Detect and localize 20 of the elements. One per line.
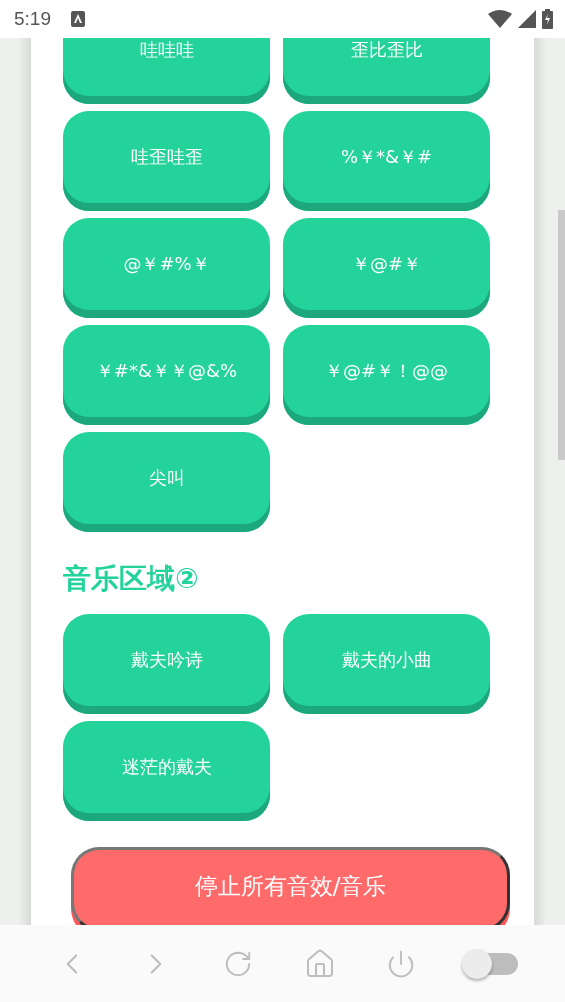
wifi-icon [488, 10, 512, 28]
sound-button[interactable]: 哇哇哇 [63, 38, 270, 104]
section-heading: 音乐区域② [63, 562, 200, 596]
sound-button[interactable]: ￥@#￥！@@ [283, 325, 490, 425]
battery-icon [542, 9, 553, 29]
sound-button[interactable]: %￥*&￥# [283, 111, 490, 211]
status-time: 5:19 [14, 8, 51, 30]
scrollbar[interactable] [558, 210, 565, 460]
sound-button[interactable]: ￥#*&￥￥@&% [63, 325, 270, 425]
sound-button[interactable]: 哇歪哇歪 [63, 111, 270, 211]
sound-button[interactable]: 尖叫 [63, 432, 270, 532]
sound-button[interactable]: 迷茫的戴夫 [63, 721, 270, 821]
sound-button[interactable]: 戴夫吟诗 [63, 614, 270, 714]
notification-icon [71, 11, 85, 27]
sound-button[interactable]: 戴夫的小曲 [283, 614, 490, 714]
signal-icon [518, 10, 536, 28]
sound-button[interactable]: 歪比歪比 [283, 38, 490, 104]
sound-button[interactable]: @￥#%￥ [63, 218, 270, 318]
stop-all-button[interactable]: 停止所有音效/音乐 [71, 847, 510, 925]
sound-button[interactable]: ￥@#￥ [283, 218, 490, 318]
